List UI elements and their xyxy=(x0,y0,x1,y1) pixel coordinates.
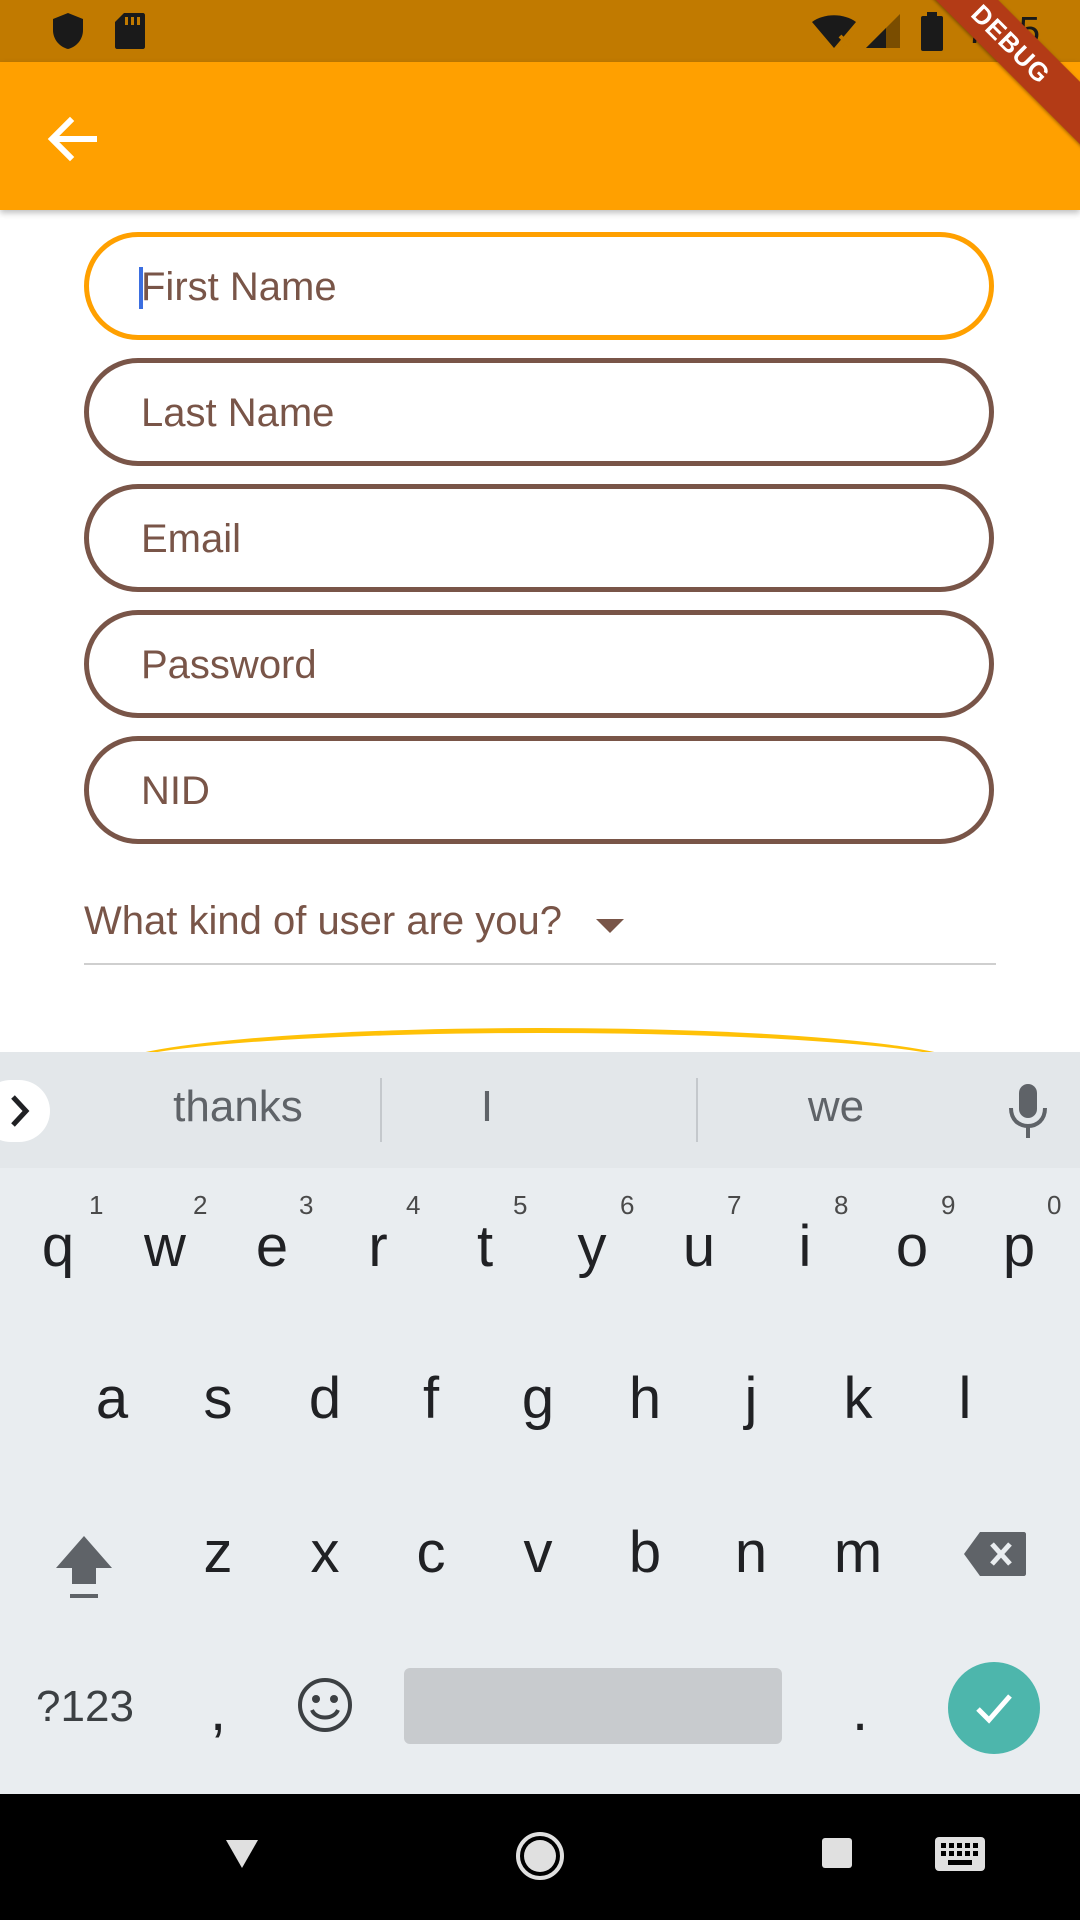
last-name-field[interactable] xyxy=(84,358,994,466)
key-h[interactable]: h xyxy=(595,1344,695,1454)
shift-icon[interactable] xyxy=(52,1532,116,1602)
key-hint-2: 2 xyxy=(193,1190,208,1220)
soft-keyboard: thanks I we q w e r t y u i o p 1 2 3 4 … xyxy=(0,1052,1080,1794)
arrow-back-icon[interactable] xyxy=(40,106,106,172)
suggestion-strip: thanks I we xyxy=(0,1052,1080,1168)
key-x[interactable]: x xyxy=(275,1498,375,1608)
key-hint-7: 7 xyxy=(727,1190,742,1220)
key-s[interactable]: s xyxy=(168,1344,268,1454)
key-f[interactable]: f xyxy=(381,1344,481,1454)
check-icon xyxy=(976,1694,1012,1724)
key-hint-8: 8 xyxy=(834,1190,849,1220)
first-name-input[interactable] xyxy=(139,237,943,337)
chevron-right-icon xyxy=(11,1095,30,1127)
key-a[interactable]: a xyxy=(62,1344,162,1454)
key-hint-6: 6 xyxy=(620,1190,635,1220)
suggestion-1[interactable]: thanks xyxy=(138,1082,338,1132)
key-hint-3: 3 xyxy=(299,1190,314,1220)
suggestion-divider xyxy=(380,1078,382,1142)
key-hint-9: 9 xyxy=(941,1190,956,1220)
key-j[interactable]: j xyxy=(701,1344,801,1454)
wifi-off-icon xyxy=(812,15,856,48)
key-comma[interactable]: , xyxy=(168,1656,268,1766)
password-field[interactable] xyxy=(84,610,994,718)
key-n[interactable]: n xyxy=(701,1498,801,1608)
shield-icon xyxy=(53,13,83,49)
navigation-bar xyxy=(0,1794,1080,1920)
battery-icon xyxy=(921,12,943,51)
key-hint-0: 0 xyxy=(1047,1190,1062,1220)
key-b[interactable]: b xyxy=(595,1498,695,1608)
suggestion-3[interactable]: we xyxy=(736,1082,936,1132)
keyboard-switch-icon[interactable] xyxy=(934,1836,986,1872)
nid-field[interactable] xyxy=(84,736,994,844)
signal-icon xyxy=(866,14,900,48)
recents-square-icon[interactable] xyxy=(820,1836,854,1870)
suggestion-toggle-button[interactable] xyxy=(0,1080,50,1142)
dropdown-arrow-icon xyxy=(596,919,624,933)
text-cursor xyxy=(139,267,143,309)
key-k[interactable]: k xyxy=(808,1344,908,1454)
symbols-key[interactable]: ?123 xyxy=(20,1652,150,1762)
enter-button[interactable] xyxy=(948,1662,1040,1754)
key-l[interactable]: l xyxy=(915,1344,1015,1454)
emoji-icon[interactable] xyxy=(296,1676,354,1734)
suggestion-2[interactable]: I xyxy=(437,1082,537,1132)
sd-card-icon xyxy=(115,13,145,49)
password-input[interactable] xyxy=(139,615,943,715)
key-g[interactable]: g xyxy=(488,1344,588,1454)
user-type-dropdown[interactable]: What kind of user are you? xyxy=(84,885,996,965)
key-m[interactable]: m xyxy=(808,1498,908,1608)
status-bar: 7:15 xyxy=(0,0,1080,62)
key-hint-1: 1 xyxy=(89,1190,104,1220)
key-v[interactable]: v xyxy=(488,1498,588,1608)
last-name-input[interactable] xyxy=(139,363,943,463)
space-bar[interactable] xyxy=(404,1668,782,1744)
nid-input[interactable] xyxy=(139,741,943,841)
backspace-icon[interactable] xyxy=(962,1530,1028,1578)
key-z[interactable]: z xyxy=(168,1498,268,1608)
key-hint-4: 4 xyxy=(406,1190,421,1220)
first-name-field[interactable] xyxy=(84,232,994,340)
user-type-dropdown-label: What kind of user are you? xyxy=(84,899,563,943)
key-c[interactable]: c xyxy=(381,1498,481,1608)
email-field[interactable] xyxy=(84,484,994,592)
key-hint-5: 5 xyxy=(513,1190,528,1220)
key-d[interactable]: d xyxy=(275,1344,375,1454)
home-circle-icon[interactable] xyxy=(514,1830,566,1882)
key-period[interactable]: . xyxy=(810,1656,910,1766)
microphone-icon[interactable] xyxy=(1006,1082,1050,1140)
email-input[interactable] xyxy=(139,489,943,589)
back-triangle-icon[interactable] xyxy=(222,1834,262,1874)
suggestion-divider xyxy=(696,1078,698,1142)
app-bar xyxy=(0,62,1080,210)
